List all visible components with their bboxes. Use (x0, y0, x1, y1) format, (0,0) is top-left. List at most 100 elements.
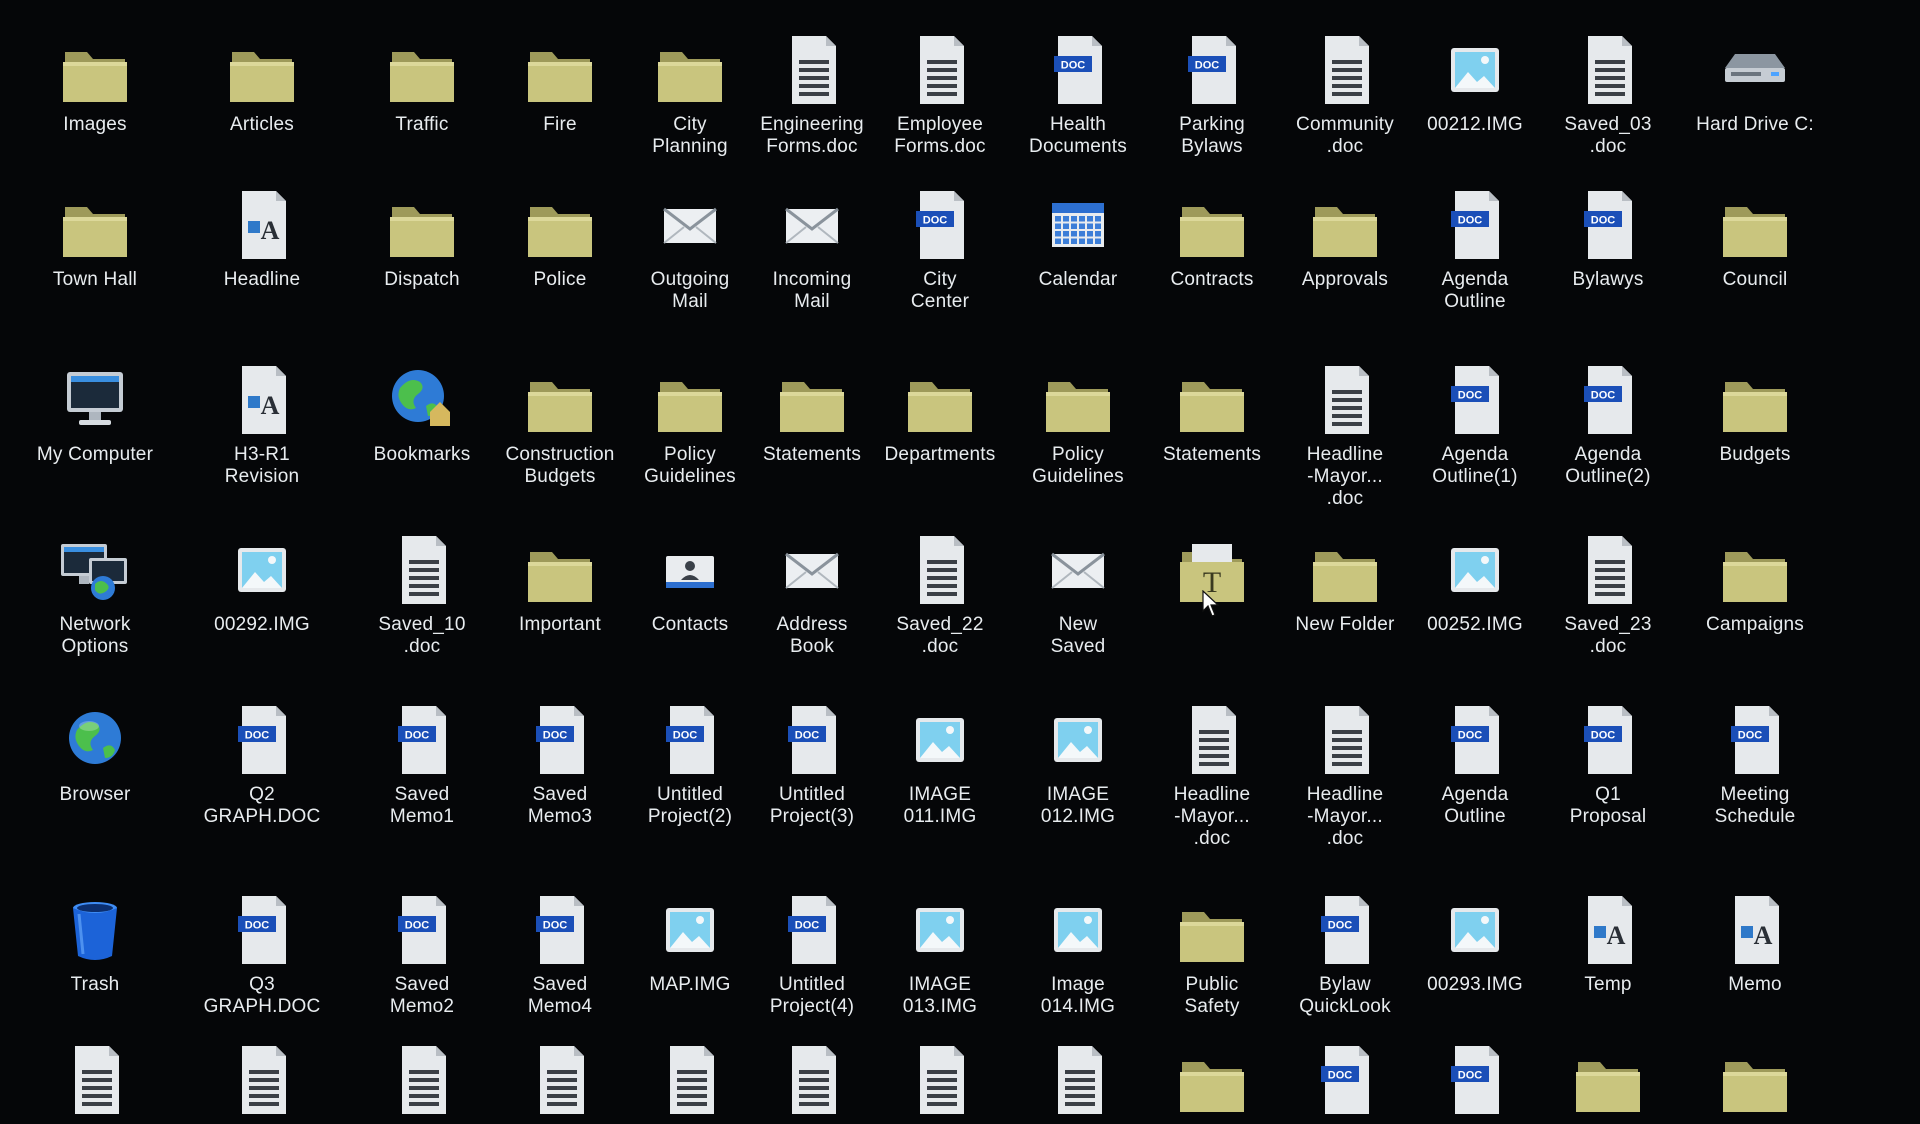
desktop-icon[interactable]: Trash (15, 890, 175, 996)
text-document-icon (920, 36, 964, 104)
folder-icon (908, 382, 972, 432)
desktop-icon[interactable]: DOC Agenda Outline(2) (1528, 360, 1688, 488)
doc-file-icon: DOC (238, 706, 286, 774)
folder-icon (1180, 1062, 1244, 1112)
folder-icon (1180, 207, 1244, 257)
folder-icon (1046, 382, 1110, 432)
image-file-icon (1054, 908, 1102, 952)
desktop-icon[interactable]: Town Hall (15, 185, 175, 291)
desktop-icon-label: Meeting Schedule (1714, 784, 1796, 827)
desktop-icon-label: Town Hall (52, 269, 138, 290)
image-file-icon (238, 548, 286, 592)
desktop-icon[interactable]: DOC Saved Memo1 (342, 700, 502, 828)
desktop-icon[interactable]: A H3-R1 Revision (182, 360, 342, 488)
svg-text:A: A (1754, 921, 1773, 950)
bookmarks-globe-icon (392, 370, 450, 426)
folder-icon (63, 207, 127, 257)
folder-icon (63, 52, 127, 102)
desktop-icon[interactable]: Images (15, 30, 175, 136)
desktop-icon[interactable]: Articles (182, 30, 342, 136)
desktop-icon-label: Saved_03 .doc (1564, 114, 1652, 157)
desktop-icon[interactable]: Dispatch (342, 185, 502, 291)
svg-text:DOC: DOC (1591, 215, 1616, 227)
doc-file-icon: DOC (1731, 706, 1779, 774)
folder-icon (390, 52, 454, 102)
desktop-icon-label: Dispatch (384, 269, 460, 290)
desktop-icon[interactable]: DOC Q3 GRAPH.DOC (182, 890, 342, 1018)
desktop-icon[interactable]: DOC City Center (860, 185, 1020, 313)
doc-file-icon: DOC (1321, 1046, 1369, 1114)
desktop-icon[interactable]: Saved_23 .doc (1528, 530, 1688, 658)
desktop-icon[interactable] (1675, 1040, 1835, 1124)
desktop-icon[interactable]: Browser (15, 700, 175, 806)
image-file-icon (666, 908, 714, 952)
desktop-icon[interactable] (860, 1040, 1020, 1124)
desktop-icon[interactable]: A Headline (182, 185, 342, 291)
desktop-icon-label: My Computer (36, 444, 154, 465)
desktop-icon-label: Network Options (59, 614, 131, 657)
desktop-icon[interactable] (342, 1040, 502, 1124)
desktop-icon[interactable]: DOC Saved Memo2 (342, 890, 502, 1018)
desktop-icon[interactable]: DOC Bylawys (1528, 185, 1688, 291)
desktop-icon-label: Employee Forms.doc (894, 114, 986, 157)
folder-icon (528, 207, 592, 257)
doc-file-icon: DOC (788, 706, 836, 774)
desktop-icon[interactable]: A Temp (1528, 890, 1688, 996)
text-document-icon (920, 1046, 964, 1114)
desktop-icon[interactable] (15, 1040, 175, 1124)
text-document-icon (1325, 706, 1369, 774)
desktop-icon-label: Browser (59, 784, 131, 805)
mail-icon (1051, 552, 1105, 589)
desktop-icon[interactable]: IMAGE 011.IMG (860, 700, 1020, 828)
desktop-icon-label: Council (1722, 269, 1788, 290)
desktop-icon[interactable]: Saved_03 .doc (1528, 30, 1688, 158)
desktop-icon-label: Departments (884, 444, 996, 465)
desktop: Images Articles Traffic Fire City Planni… (0, 0, 1920, 1114)
desktop-icon[interactable] (182, 1040, 342, 1124)
desktop-icon[interactable]: Departments (860, 360, 1020, 466)
desktop-icon[interactable]: Saved_10 .doc (342, 530, 502, 658)
mail-icon (785, 207, 839, 244)
desktop-icon[interactable]: IMAGE 013.IMG (860, 890, 1020, 1018)
desktop-icon[interactable]: Budgets (1675, 360, 1835, 466)
svg-text:DOC: DOC (1061, 60, 1086, 72)
desktop-icon[interactable]: DOC Meeting Schedule (1675, 700, 1835, 828)
desktop-icon[interactable]: 00292.IMG (182, 530, 342, 636)
image-file-icon (1451, 548, 1499, 592)
desktop-icon[interactable]: Saved_22 .doc (860, 530, 1020, 658)
rich-text-file-icon: A (242, 366, 286, 434)
desktop-icon-label: Traffic (395, 114, 449, 135)
network-icon (61, 544, 127, 600)
rich-text-file-icon: A (242, 191, 286, 259)
text-document-icon (1192, 706, 1236, 774)
svg-text:DOC: DOC (1591, 730, 1616, 742)
rich-text-file-icon: A (1588, 896, 1632, 964)
desktop-icon[interactable]: Bookmarks (342, 360, 502, 466)
desktop-icon-label: IMAGE 013.IMG (902, 974, 978, 1017)
contacts-icon (666, 556, 714, 588)
desktop-icon[interactable]: Traffic (342, 30, 502, 136)
folder-icon (528, 52, 592, 102)
desktop-icon[interactable] (1528, 1040, 1688, 1124)
desktop-icon-label: Campaigns (1706, 614, 1804, 635)
doc-file-icon: DOC (238, 896, 286, 964)
desktop-icon[interactable]: Council (1675, 185, 1835, 291)
desktop-icon-label: City Center (910, 269, 970, 312)
text-document-icon (670, 1046, 714, 1114)
doc-file-icon: DOC (398, 706, 446, 774)
folder-icon (528, 382, 592, 432)
desktop-icon[interactable]: A Memo (1675, 890, 1835, 996)
doc-file-icon: DOC (916, 191, 964, 259)
desktop-icon[interactable]: My Computer (15, 360, 175, 466)
desktop-icon[interactable]: Campaigns (1675, 530, 1835, 636)
desktop-icon-label: Q1 Proposal (1569, 784, 1647, 827)
doc-file-icon: DOC (788, 896, 836, 964)
desktop-icon[interactable]: Hard Drive C: (1675, 30, 1835, 136)
svg-text:DOC: DOC (405, 920, 430, 932)
globe-icon (69, 712, 121, 764)
desktop-icon[interactable]: DOC Q1 Proposal (1528, 700, 1688, 828)
desktop-icon[interactable]: DOC Q2 GRAPH.DOC (182, 700, 342, 828)
desktop-icon[interactable]: Employee Forms.doc (860, 30, 1020, 158)
svg-text:DOC: DOC (923, 215, 948, 227)
desktop-icon[interactable]: Network Options (15, 530, 175, 658)
